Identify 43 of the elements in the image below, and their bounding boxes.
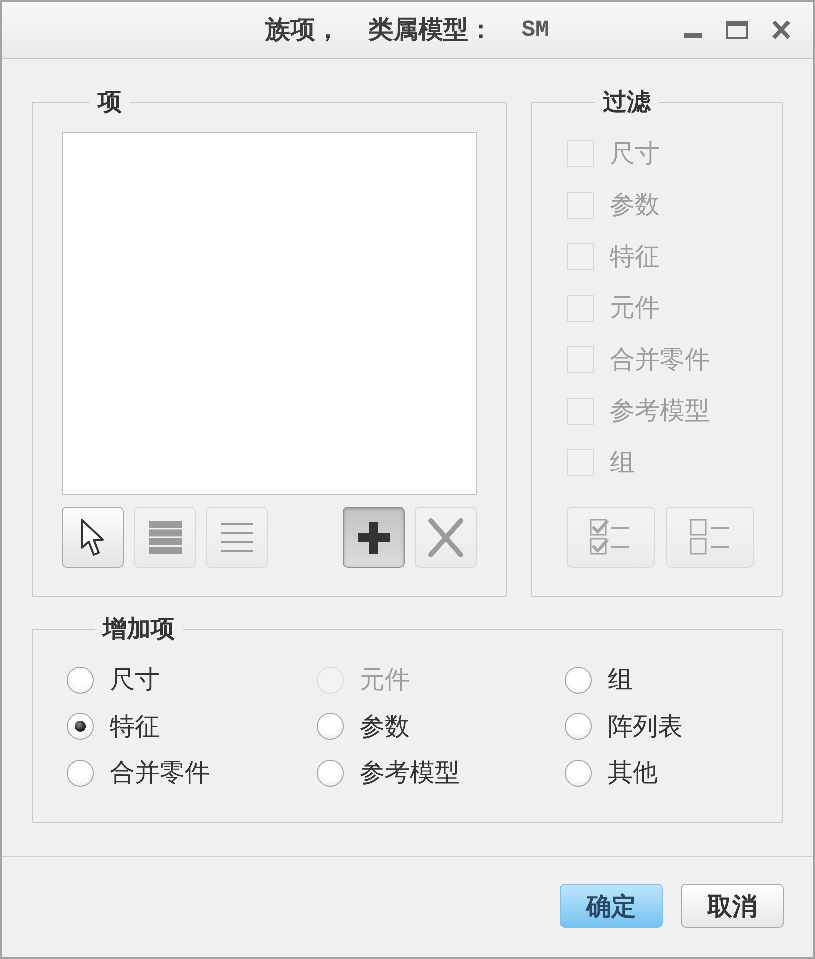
radio-label: 其他	[608, 758, 658, 788]
radio-label: 合并零件	[110, 758, 210, 788]
checkbox-label: 合并零件	[610, 344, 710, 375]
radio-label: 特征	[110, 712, 160, 742]
maximize-icon[interactable]	[726, 21, 748, 39]
radio-button[interactable]	[565, 713, 592, 740]
group-title: 项	[96, 87, 123, 117]
checkbox-label: 参考模型	[610, 396, 710, 426]
group-title: 增加项	[101, 614, 176, 644]
checkbox-label: 参数	[610, 190, 660, 220]
add-button[interactable]	[343, 507, 405, 568]
ok-button[interactable]: 确定	[560, 884, 663, 928]
radio-button[interactable]	[67, 760, 94, 787]
model-name: SM	[522, 16, 550, 45]
solid-bars-icon	[148, 521, 182, 554]
dialog-title: 族项，	[266, 14, 341, 46]
thin-lines-icon	[221, 523, 253, 552]
model-label: 类属模型：	[368, 14, 494, 46]
cross-icon	[428, 518, 464, 558]
radio-button[interactable]	[565, 666, 592, 694]
checked-list-icon	[590, 519, 632, 555]
plus-icon	[358, 522, 390, 554]
radio-label: 组	[608, 665, 633, 696]
radio-button[interactable]	[565, 760, 592, 787]
cancel-button[interactable]: 取消	[681, 884, 784, 928]
unchecked-list-icon	[690, 519, 730, 555]
checkbox-label: 特征	[610, 242, 660, 272]
checkbox-label: 尺寸	[610, 138, 660, 169]
radio-button[interactable]	[317, 713, 344, 740]
radio-label: 阵列表	[608, 712, 683, 742]
radio-label: 尺寸	[110, 665, 160, 696]
radio-button[interactable]	[317, 760, 344, 787]
checkbox-label: 元件	[610, 293, 660, 324]
checkbox-label: 组	[610, 448, 635, 478]
group-title: 过滤	[602, 87, 652, 117]
radio-button[interactable]	[67, 666, 94, 694]
radio-label: 参考模型	[360, 758, 460, 788]
pointer-icon	[80, 518, 106, 558]
pointer-button[interactable]	[62, 507, 124, 568]
radio-button[interactable]	[67, 713, 94, 740]
radio-label: 参数	[360, 712, 410, 742]
radio-label: 元件	[360, 665, 410, 696]
close-icon[interactable]	[772, 21, 791, 39]
